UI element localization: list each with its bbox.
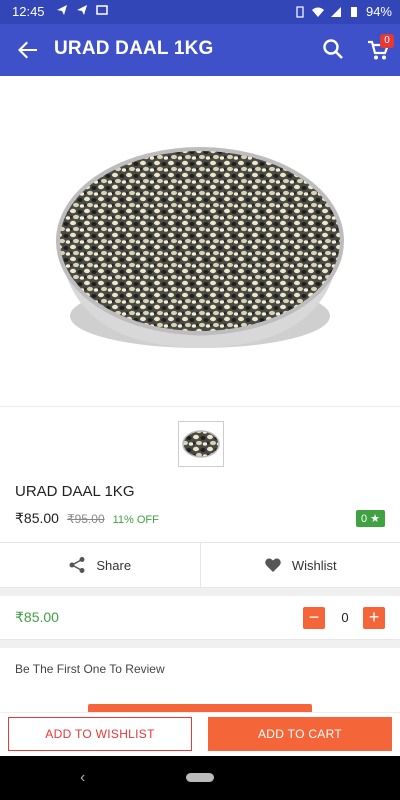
send-icon	[57, 5, 67, 15]
price-row: ₹85.00 ₹95.00 11% OFF	[15, 510, 159, 527]
quantity-unit-price: ₹85.00	[15, 609, 59, 625]
section-divider	[0, 588, 400, 596]
status-bar: 12:45 94%	[0, 0, 400, 24]
wishlist-label: Wishlist	[291, 557, 337, 573]
share-label: Share	[96, 557, 132, 573]
system-nav-bar: ‹	[0, 756, 400, 800]
status-time: 12:45	[12, 4, 45, 19]
battery-icon	[350, 6, 357, 17]
message-icon	[96, 5, 108, 15]
battery-level: 94%	[365, 4, 392, 19]
discount-label: 11% OFF	[112, 514, 159, 526]
notification-icons	[56, 4, 108, 16]
mrp-price: ₹95.00	[66, 512, 105, 526]
page-title: URAD DAAL 1KG	[54, 38, 214, 59]
daal-bowl-image	[56, 147, 344, 348]
cart-count-badge: 0	[380, 34, 394, 48]
nav-back-button[interactable]: ‹	[80, 769, 85, 787]
wishlist-button[interactable]: Wishlist	[199, 543, 400, 587]
search-icon[interactable]	[320, 36, 346, 62]
product-thumbnail[interactable]	[178, 421, 224, 467]
decrease-quantity-button[interactable]: −	[303, 607, 325, 629]
heart-icon	[265, 558, 281, 572]
product-image[interactable]	[0, 76, 400, 406]
rating-badge: 0 ★	[355, 510, 385, 527]
quantity-value: 0	[341, 610, 349, 625]
product-name: URAD DAAL 1KG	[15, 483, 135, 500]
daal-thumbnail-image	[182, 430, 220, 458]
vibrate-icon	[296, 5, 304, 18]
review-prompt: Be The First One To Review	[15, 662, 165, 676]
add-to-cart-button[interactable]: ADD TO CART	[208, 717, 392, 751]
section-divider	[0, 640, 400, 648]
nav-home-button[interactable]	[186, 773, 214, 782]
send-icon	[77, 5, 87, 15]
add-to-wishlist-button[interactable]: ADD TO WISHLIST	[8, 717, 192, 751]
signal-icon	[330, 6, 341, 17]
thumbnail-strip	[0, 406, 400, 474]
increase-quantity-button[interactable]: +	[363, 607, 385, 629]
system-icons: 94%	[294, 4, 392, 19]
wifi-icon	[311, 7, 324, 17]
quantity-row: ₹85.00 − 0 +	[0, 596, 400, 640]
app-bar: URAD DAAL 1KG 0	[0, 24, 400, 76]
share-icon	[69, 557, 85, 573]
selling-price: ₹85.00	[15, 510, 59, 526]
action-row: Share Wishlist	[0, 542, 400, 588]
back-arrow-icon[interactable]	[14, 36, 42, 64]
share-button[interactable]: Share	[0, 543, 200, 587]
bottom-action-bar: ADD TO WISHLIST ADD TO CART	[0, 712, 400, 756]
